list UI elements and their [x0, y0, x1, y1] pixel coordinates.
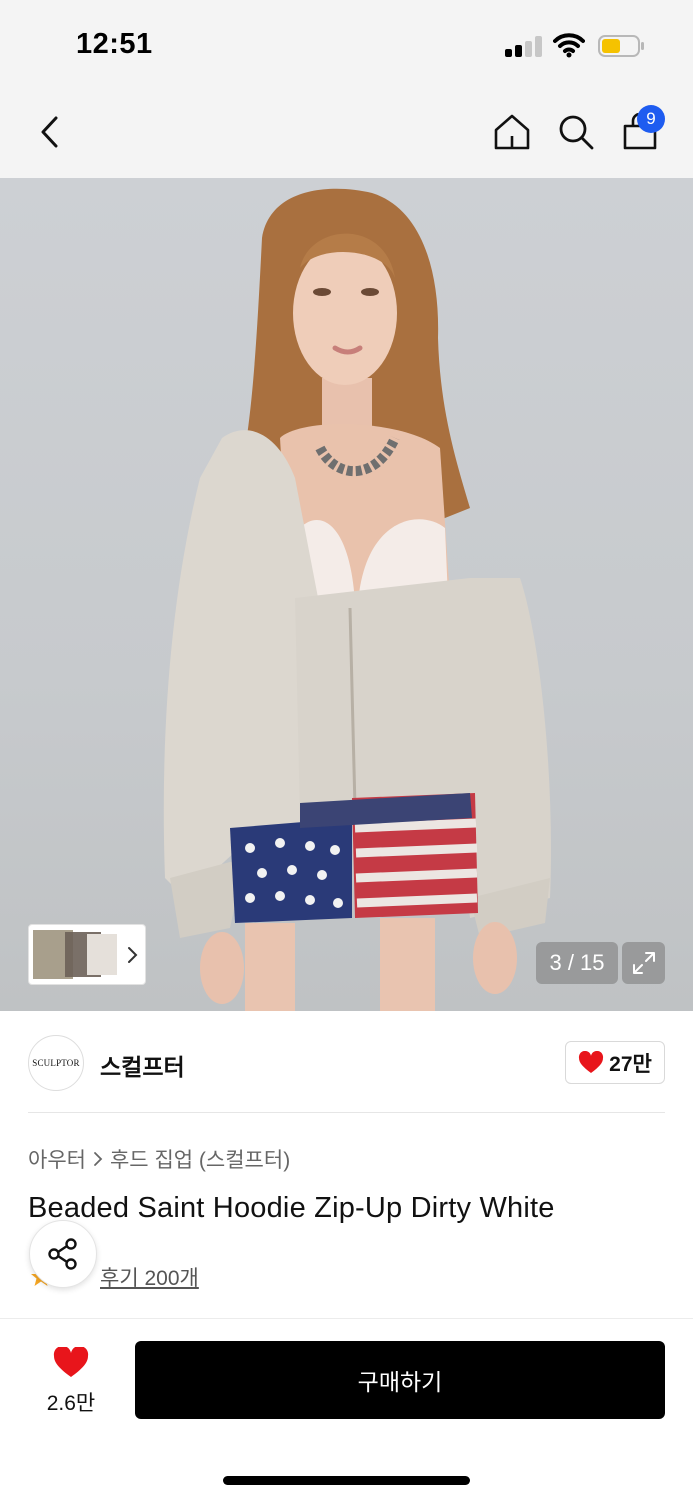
buy-button[interactable]: 구매하기	[135, 1341, 665, 1419]
breadcrumb-item-category[interactable]: 후드 집업 (스컬프터)	[110, 1144, 290, 1174]
battery-icon	[598, 34, 644, 58]
expand-icon	[632, 952, 655, 974]
product-title: Beaded Saint Hoodie Zip-Up Dirty White	[28, 1192, 555, 1224]
model-photo	[163, 188, 551, 1011]
brand-like-button[interactable]: 27만	[565, 1041, 665, 1084]
home-icon	[494, 114, 530, 150]
bottom-action-bar: 2.6만 구매하기	[0, 1318, 693, 1500]
brand-name[interactable]: 스컬프터	[100, 1048, 185, 1082]
wifi-icon	[553, 32, 585, 58]
breadcrumb: 아우터 후드 집업 (스컬프터)	[28, 1144, 290, 1174]
breadcrumb-item-outer[interactable]: 아우터	[28, 1144, 86, 1174]
heart-icon	[53, 1347, 89, 1377]
share-button[interactable]	[29, 1220, 97, 1288]
home-indicator	[223, 1476, 470, 1485]
brand-logo[interactable]: SCULPTOR	[28, 1035, 84, 1091]
top-nav	[0, 92, 693, 178]
brand-like-count: 27만	[609, 1052, 652, 1076]
image-counter: 3 / 15	[536, 942, 618, 984]
search-icon	[559, 115, 594, 150]
expand-button[interactable]	[622, 942, 665, 984]
divider	[28, 1112, 665, 1113]
status-bar: 12:51	[0, 0, 693, 92]
cart-count-badge: 9	[637, 105, 665, 133]
heart-icon	[579, 1050, 604, 1073]
status-time: 12:51	[76, 28, 153, 60]
wishlist-count: 2.6만	[46, 1392, 96, 1415]
thumbnail-strip-button[interactable]	[28, 924, 146, 985]
share-icon	[48, 1238, 77, 1270]
chevron-right-icon	[94, 1152, 103, 1166]
back-button[interactable]	[26, 108, 74, 156]
chevron-right-icon	[128, 947, 138, 963]
wishlist-button[interactable]: 2.6만	[36, 1347, 106, 1417]
cellular-signal-icon	[505, 35, 543, 57]
review-link[interactable]: 후기 200개	[100, 1262, 199, 1292]
search-button[interactable]	[552, 108, 600, 156]
home-button[interactable]	[488, 108, 536, 156]
chevron-left-icon	[41, 116, 58, 148]
brand-row: SCULPTOR 스컬프터 27만	[0, 1012, 693, 1112]
product-image[interactable]	[0, 178, 693, 1011]
